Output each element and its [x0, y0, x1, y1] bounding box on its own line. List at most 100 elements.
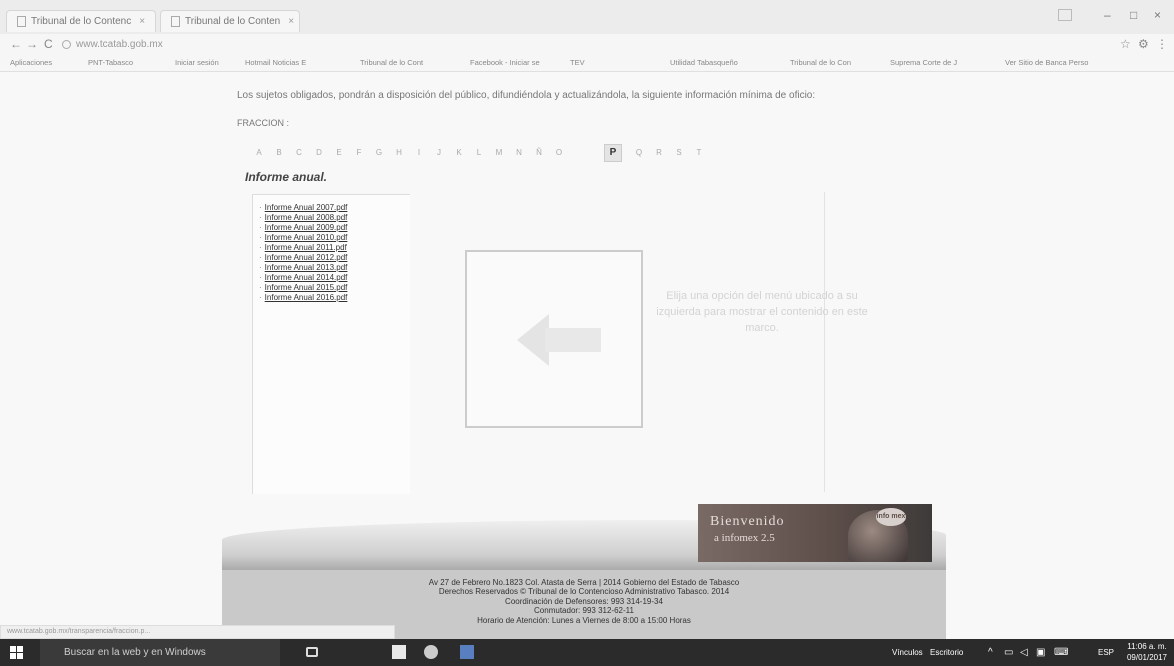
windows-taskbar: Buscar en la web y en Windows Vínculos E… [0, 639, 1174, 666]
letter-a[interactable]: A [252, 146, 266, 160]
bookmark-suprema-corte[interactable]: Suprema Corte de J [890, 58, 957, 67]
bookmark-login[interactable]: Iniciar sesión [175, 58, 219, 67]
bookmark-tribunal[interactable]: Tribunal de lo Cont [360, 58, 423, 67]
frame-hint-text: Elija una opción del menú ubicado a su i… [656, 290, 868, 334]
report-link[interactable]: Informe Anual 2016.pdf [265, 293, 348, 302]
reload-button[interactable]: C [44, 37, 53, 51]
minimize-button[interactable]: – [1104, 8, 1111, 22]
letter-i[interactable]: I [412, 146, 426, 160]
browser-tab-strip: Tribunal de lo Contenc × Tribunal de lo C… [0, 0, 1174, 34]
url-text: www.tcatab.gob.mx [76, 39, 163, 50]
user-profile-icon[interactable] [1058, 9, 1072, 21]
page-viewport: Los sujetos obligados, pondrán a disposi… [0, 72, 1174, 639]
report-link[interactable]: Informe Anual 2007.pdf [265, 203, 348, 212]
extension-icon[interactable]: ⚙ [1138, 37, 1149, 51]
maximize-button[interactable]: □ [1130, 8, 1137, 22]
report-link[interactable]: Informe Anual 2009.pdf [265, 223, 348, 232]
network-icon[interactable]: ▭ [1004, 639, 1013, 666]
infomex-logo: info mex [876, 508, 906, 526]
site-info-icon[interactable] [62, 39, 71, 49]
close-tab-icon[interactable]: × [288, 16, 294, 27]
task-view-icon[interactable] [306, 647, 318, 657]
clock-time: 11:06 a. m. [1127, 642, 1167, 651]
tab-tribunal-2[interactable]: Tribunal de lo Conten × [160, 10, 300, 32]
letter-l[interactable]: L [472, 146, 486, 160]
footer-address: Av 27 de Febrero No.1823 Col. Atasta de … [428, 578, 740, 587]
taskbar-search-input[interactable]: Buscar en la web y en Windows [40, 639, 280, 666]
status-bar-url: www.tcatab.gob.mx/transparencia/fraccion… [0, 625, 395, 639]
bookmark-tribunal-2[interactable]: Tribunal de lo Con [790, 58, 851, 67]
url-input[interactable]: www.tcatab.gob.mx [62, 37, 1072, 53]
notifications-icon[interactable]: ▣ [1036, 639, 1045, 666]
letter-n[interactable]: N [512, 146, 526, 160]
intro-text: Los sujetos obligados, pondrán a disposi… [237, 90, 816, 101]
list-item: · Informe Anual 2009.pdf [259, 223, 348, 232]
report-link[interactable]: Informe Anual 2008.pdf [265, 213, 348, 222]
report-link[interactable]: Informe Anual 2010.pdf [265, 233, 348, 242]
fraccion-label: FRACCION : [237, 118, 290, 128]
banner-subtitle: a infomex 2.5 [714, 532, 775, 544]
list-item: · Informe Anual 2008.pdf [259, 213, 348, 222]
list-item: · Informe Anual 2015.pdf [259, 283, 348, 292]
keyboard-icon[interactable]: ⌨ [1054, 639, 1068, 666]
list-item: · Informe Anual 2007.pdf [259, 203, 348, 212]
letter-j[interactable]: J [432, 146, 446, 160]
tab-tribunal-1[interactable]: Tribunal de lo Contenc × [6, 10, 156, 32]
report-link[interactable]: Informe Anual 2013.pdf [265, 263, 348, 272]
file-explorer-icon[interactable] [392, 645, 406, 659]
letter-r[interactable]: R [652, 146, 666, 160]
footer-hours: Horario de Atención: Lunes a Viernes de … [477, 615, 691, 625]
footer-copyright: Derechos Reservados © Tribunal de lo Con… [438, 587, 730, 597]
report-list: · Informe Anual 2007.pdf · Informe Anual 2… [253, 195, 410, 303]
chevron-up-icon[interactable]: ^ [988, 639, 993, 666]
bookmark-tev[interactable]: TEV [570, 58, 585, 67]
close-window-button[interactable]: × [1154, 8, 1161, 22]
tray-vinculos[interactable]: Vínculos [892, 639, 923, 666]
forward-button[interactable]: → [26, 37, 38, 51]
bookmark-pnt[interactable]: PNT-Tabasco [88, 58, 133, 67]
star-icon[interactable]: ☆ [1120, 37, 1131, 51]
bookmark-banca[interactable]: Ver Sitio de Banca Perso [1005, 58, 1088, 67]
letter-t[interactable]: T [692, 146, 706, 160]
letter-p-active[interactable]: P [604, 144, 622, 162]
taskbar-clock[interactable]: 11:06 a. m. 09/01/2017 [1122, 641, 1172, 663]
language-indicator[interactable]: ESP [1098, 639, 1114, 666]
letter-s[interactable]: S [672, 146, 686, 160]
clock-date: 09/01/2017 [1126, 653, 1168, 662]
tray-escritorio[interactable]: Escritorio [930, 639, 963, 666]
bookmark-facebook[interactable]: Facebook - Iniciar se [470, 58, 540, 67]
letter-q[interactable]: Q [632, 146, 646, 160]
list-item: · Informe Anual 2011.pdf [259, 243, 347, 252]
list-item: · Informe Anual 2013.pdf [259, 263, 348, 272]
letter-g[interactable]: G [372, 146, 386, 160]
letter-c[interactable]: C [292, 146, 306, 160]
windows-start-icon[interactable] [10, 646, 24, 659]
menu-icon[interactable]: ⋮ [1156, 37, 1168, 51]
word-icon[interactable] [460, 645, 474, 659]
letter-d[interactable]: D [312, 146, 326, 160]
letter-o[interactable]: O [552, 146, 566, 160]
report-link[interactable]: Informe Anual 2015.pdf [265, 283, 348, 292]
report-link[interactable]: Informe Anual 2014.pdf [265, 273, 348, 282]
placeholder-arrow-image [465, 250, 643, 428]
banner-title: Bienvenido [710, 514, 785, 529]
chrome-icon[interactable] [424, 645, 438, 659]
volume-icon[interactable]: ◁ [1020, 639, 1028, 666]
back-button[interactable]: ← [10, 37, 22, 51]
letter-e[interactable]: E [332, 146, 346, 160]
close-tab-icon[interactable]: × [139, 16, 145, 27]
tab-label: Tribunal de lo Contenc [31, 16, 132, 27]
infomex-banner[interactable]: Bienvenido a infomex 2.5 info mex [698, 504, 932, 562]
letter-m[interactable]: M [492, 146, 506, 160]
bookmark-apps[interactable]: Aplicaciones [10, 58, 52, 67]
report-link[interactable]: Informe Anual 2012.pdf [265, 253, 348, 262]
letter-enye[interactable]: Ñ [532, 146, 546, 160]
letter-h[interactable]: H [392, 146, 406, 160]
letter-f[interactable]: F [352, 146, 366, 160]
letter-b[interactable]: B [272, 146, 286, 160]
footer-phone: Conmutador: 993 312-62-11 [534, 606, 634, 616]
letter-k[interactable]: K [452, 146, 466, 160]
bookmark-hotmail[interactable]: Hotmail Noticias E [245, 58, 306, 67]
bookmark-utilidad[interactable]: Utilidad Tabasqueño [670, 58, 738, 67]
report-link[interactable]: Informe Anual 2011.pdf [265, 243, 347, 252]
